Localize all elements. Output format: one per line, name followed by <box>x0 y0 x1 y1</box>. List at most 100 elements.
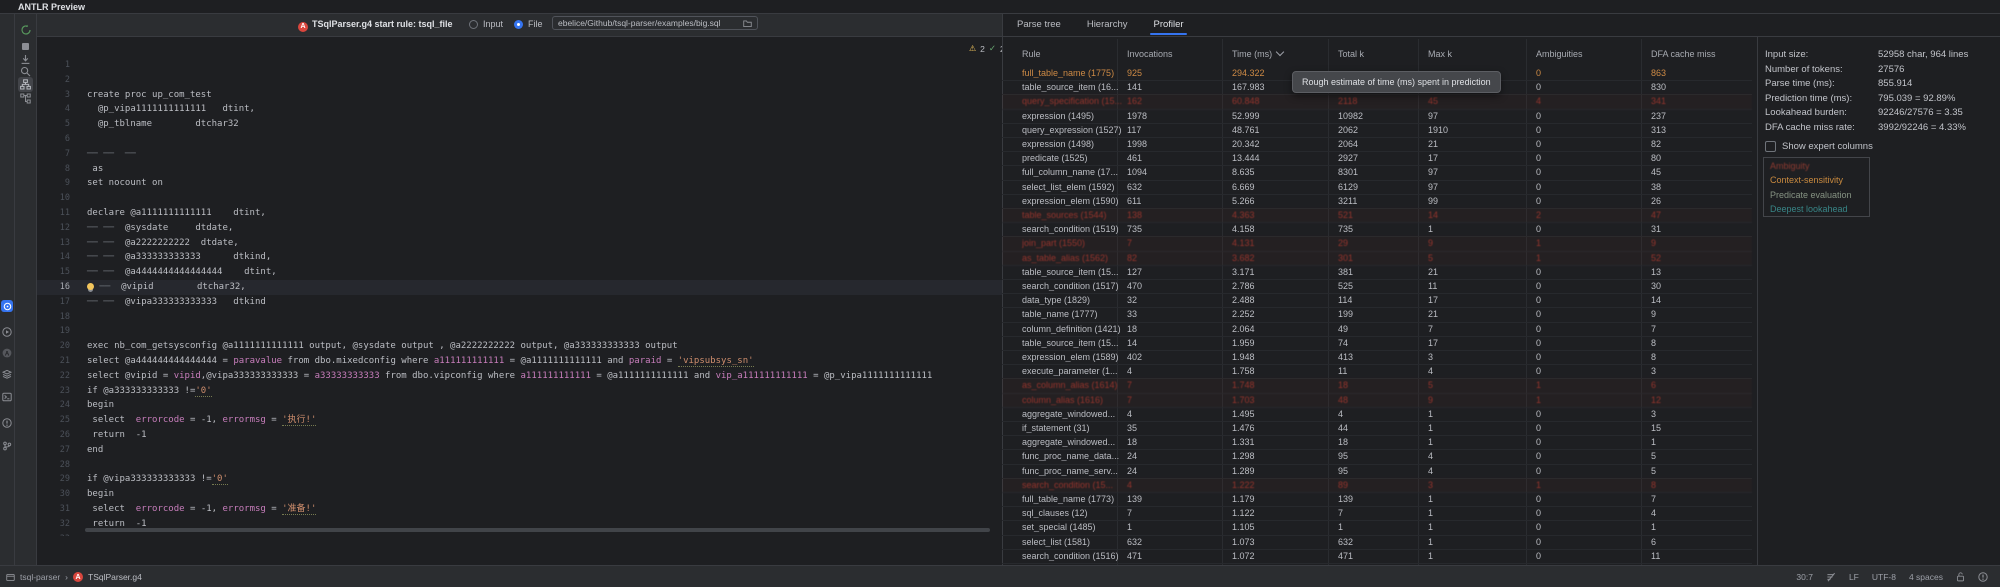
column-header-dfa-cache-miss[interactable]: DFA cache miss <box>1651 49 1716 59</box>
profiler-row[interactable]: data_type (1829)322.48811417014 <box>1002 293 1752 308</box>
hierarchy-icon[interactable] <box>18 77 33 92</box>
rule-cell: func_proc_name_data... <box>1022 451 1122 461</box>
profiler-row[interactable]: full_table_name (1773)1391.179139107 <box>1002 492 1752 507</box>
folder-icon[interactable] <box>743 19 752 28</box>
line-number: 22 <box>37 369 70 384</box>
profiler-cell: 1 <box>1651 522 1656 532</box>
profiler-row[interactable]: column_definition (1421)182.06449707 <box>1002 322 1752 337</box>
profiler-cell: 2.786 <box>1232 281 1255 291</box>
profiler-row[interactable]: execute_parameter (1...41.75811403 <box>1002 364 1752 379</box>
profiler-row[interactable]: search_condition (1516)4711.0724711011 <box>1002 549 1752 564</box>
profiler-row[interactable]: expression (1495)197852.99910982970237 <box>1002 109 1752 124</box>
breadcrumb-file[interactable]: TSqlParser.g4 <box>88 572 142 582</box>
horizontal-scrollbar[interactable] <box>85 528 990 532</box>
profiler-tabs: Parse tree Hierarchy Profiler <box>1016 14 1185 36</box>
line-separator[interactable]: LF <box>1849 572 1859 582</box>
intention-bulb-icon[interactable] <box>87 283 94 290</box>
profiler-row[interactable]: expression (1498)199820.342206421082 <box>1002 137 1752 152</box>
indent-setting[interactable]: 4 spaces <box>1909 572 1943 582</box>
profiler-row[interactable]: search_condition (1519)7354.1587351031 <box>1002 222 1752 237</box>
profiler-cell: 925 <box>1127 68 1142 78</box>
tab-profiler[interactable]: Profiler <box>1152 16 1184 35</box>
code-editor[interactable]: 123create proc up_com_test4 @p_vipa11111… <box>37 37 1002 536</box>
profiler-row[interactable]: expression_elem (1590)6115.266321199026 <box>1002 194 1752 209</box>
code-segment: select @vipid = <box>87 371 174 381</box>
profiler-row[interactable]: query_expression (1527)11748.76120621910… <box>1002 123 1752 138</box>
problems-icon[interactable] <box>1 417 13 429</box>
code-segment: paravalue <box>233 356 282 366</box>
git-branch-icon[interactable] <box>1 440 13 452</box>
column-header-invocations[interactable]: Invocations <box>1127 49 1173 59</box>
status-bar: tsql-parser › A TSqlParser.g4 30:7 LF UT… <box>0 565 2000 587</box>
column-header-rule[interactable]: Rule <box>1022 49 1041 59</box>
profiler-cell: 381 <box>1338 267 1353 277</box>
code-segment: = <box>266 504 282 514</box>
profiler-cell: 1998 <box>1127 139 1147 149</box>
profiler-row[interactable]: as_table_alias (1562)823.6823015152 <box>1002 251 1752 266</box>
profiler-row[interactable]: table_name (1777)332.2521992109 <box>1002 307 1752 322</box>
antlr-icon[interactable]: A <box>1 347 13 359</box>
antlr-preview-tool-icon[interactable] <box>1 300 13 312</box>
profiler-cell: 5 <box>1651 466 1656 476</box>
expert-columns-checkbox[interactable] <box>1765 141 1776 152</box>
inspections-widget[interactable]: ⚠ 2 ✓ 23 <box>969 43 1002 54</box>
profiler-row[interactable]: table_source_item (15...141.959741708 <box>1002 336 1752 351</box>
profiler-row[interactable]: if_statement (31)351.476441015 <box>1002 421 1752 436</box>
profiler-cell: 7 <box>1338 508 1343 518</box>
tab-parse-tree[interactable]: Parse tree <box>1016 16 1062 35</box>
terminal-icon[interactable] <box>1 391 13 403</box>
profiler-cell: 17 <box>1428 153 1438 163</box>
profiler-row[interactable]: sql_clauses (12)71.1227104 <box>1002 506 1752 521</box>
lock-icon[interactable] <box>1956 572 1965 582</box>
profiler-row[interactable]: select_list_elem (1592)6326.669612997038 <box>1002 180 1752 195</box>
rule-cell: predicate (1525) <box>1022 153 1122 163</box>
profiler-row[interactable]: aggregate_windowed...41.4954103 <box>1002 407 1752 422</box>
profiler-row[interactable]: as_column_alias (1614)71.74818516 <box>1002 378 1752 393</box>
code-segment: @sysdate dtdate, <box>125 223 233 233</box>
file-encoding[interactable]: UTF-8 <box>1872 572 1896 582</box>
tree-view-icon[interactable] <box>18 91 33 106</box>
profiler-row[interactable]: column_alias (1616)71.703489112 <box>1002 393 1752 408</box>
breadcrumb-project[interactable]: tsql-parser <box>20 572 60 582</box>
run-icon[interactable] <box>1 326 13 338</box>
profiler-row[interactable]: func_proc_name_serv...241.28995405 <box>1002 464 1752 479</box>
tab-hierarchy[interactable]: Hierarchy <box>1086 16 1129 35</box>
profiler-cell: 31 <box>1651 224 1661 234</box>
profiler-row[interactable]: aggregate_windowed...181.33118101 <box>1002 435 1752 450</box>
profiler-row[interactable]: table_sources (1544)1384.36352114247 <box>1002 208 1752 223</box>
profiler-row[interactable]: full_column_name (17...10948.63583019704… <box>1002 165 1752 180</box>
notifications-icon[interactable] <box>1978 572 1988 582</box>
column-header-max-k[interactable]: Max k <box>1428 49 1452 59</box>
code-segment: @a333333333333 dtkind, <box>125 252 271 262</box>
services-icon[interactable] <box>1 368 13 380</box>
preview-header: A TSqlParser.g4 start rule: tsql_file In… <box>37 14 1002 37</box>
profiler-cell: 7 <box>1651 494 1656 504</box>
column-header-time-ms-[interactable]: Time (ms) <box>1232 49 1283 59</box>
project-window-icon[interactable] <box>6 573 15 582</box>
profiler-row[interactable]: search_condition (15...41.22289318 <box>1002 478 1752 493</box>
profiler-cell: 0 <box>1536 224 1541 234</box>
input-radio[interactable] <box>469 20 478 31</box>
profiler-row[interactable]: query_specification (15...16260.84821184… <box>1002 94 1752 109</box>
profiler-row[interactable]: expression_elem (1589)4021.948413308 <box>1002 350 1752 365</box>
no-wrap-icon[interactable] <box>1826 572 1836 582</box>
preview-toolbar <box>15 14 37 565</box>
profiler-row[interactable]: table_source_item (15...1273.17138121013 <box>1002 265 1752 280</box>
profiler-row[interactable]: search_condition (1517)4702.78652511030 <box>1002 279 1752 294</box>
column-header-ambiguities[interactable]: Ambiguities <box>1536 49 1583 59</box>
profiler-row[interactable]: predicate (1525)46113.444292717080 <box>1002 151 1752 166</box>
stat-label: DFA cache miss rate: <box>1765 122 1855 133</box>
expert-columns-label[interactable]: Show expert columns <box>1782 141 1873 152</box>
input-radio-label[interactable]: Input <box>483 19 503 29</box>
profiler-cell: 1.959 <box>1232 338 1255 348</box>
caret-position[interactable]: 30:7 <box>1796 572 1813 582</box>
file-path-field[interactable]: ebelice/Github/tsql-parser/examples/big.… <box>552 16 758 30</box>
profiler-row[interactable]: join_part (1550)74.13129919 <box>1002 236 1752 251</box>
refresh-icon[interactable] <box>18 22 33 37</box>
file-radio-label[interactable]: File <box>528 19 543 29</box>
profiler-row[interactable]: select_list (1581)6321.073632106 <box>1002 535 1752 550</box>
profiler-row[interactable]: set_special (1485)11.1051101 <box>1002 520 1752 535</box>
column-header-total-k[interactable]: Total k <box>1338 49 1364 59</box>
file-radio[interactable] <box>514 20 523 31</box>
profiler-row[interactable]: func_proc_name_data...241.29895405 <box>1002 449 1752 464</box>
